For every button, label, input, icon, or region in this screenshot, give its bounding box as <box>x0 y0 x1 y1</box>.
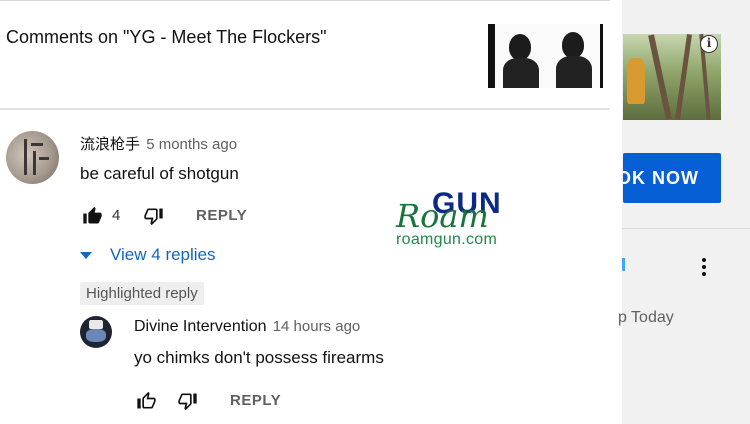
info-icon[interactable]: i <box>700 35 718 53</box>
comment-text: be careful of shotgun <box>80 164 239 183</box>
view-replies-label: View 4 replies <box>110 245 216 264</box>
sidebar: i OK NOW p Today <box>618 0 750 424</box>
thumbnail-panel-right <box>546 24 600 88</box>
watermark-url: roamgun.com <box>396 231 498 248</box>
comment-author-line: 流浪枪手 5 months ago <box>80 133 237 154</box>
reply-like-button[interactable] <box>134 389 158 413</box>
ad-cta-button[interactable]: OK NOW <box>623 153 721 203</box>
reply-author-line: Divine Intervention 14 hours ago <box>134 318 360 336</box>
thumb-up-outline-icon <box>136 391 156 409</box>
divider <box>622 228 750 229</box>
reply-dislike-button[interactable] <box>175 389 199 413</box>
view-replies-button[interactable]: View 4 replies <box>80 244 216 266</box>
sidebar-partial-text: p Today <box>618 309 674 326</box>
more-vertical-icon[interactable] <box>700 256 708 280</box>
reply-text: yo chimks don't possess firearms <box>134 348 384 367</box>
ad-cta-label: OK NOW <box>623 168 699 188</box>
comment-author[interactable]: 流浪枪手 <box>80 136 140 153</box>
reply-time[interactable]: 14 hours ago <box>273 318 361 335</box>
site-watermark: GUN Roam roamgun.com <box>394 187 506 253</box>
dislike-button[interactable] <box>141 204 165 228</box>
like-count: 4 <box>112 207 121 224</box>
like-button[interactable] <box>80 204 104 228</box>
avatar[interactable] <box>6 131 59 184</box>
reply-avatar[interactable] <box>80 316 112 348</box>
page-title: Comments on "YG - Meet The Flockers" <box>6 27 327 47</box>
comments-header: Comments on "YG - Meet The Flockers" <box>0 0 610 110</box>
sidebar-marker <box>622 258 625 271</box>
reply-reply-button[interactable]: REPLY <box>230 392 281 409</box>
reply-button[interactable]: REPLY <box>196 207 247 224</box>
comment-time[interactable]: 5 months ago <box>146 136 237 153</box>
caret-down-icon <box>80 251 92 259</box>
reply-author[interactable]: Divine Intervention <box>134 318 267 335</box>
thumb-up-filled-icon <box>82 206 102 224</box>
video-thumbnail[interactable] <box>488 24 603 88</box>
thumb-down-outline-icon <box>177 393 197 411</box>
thumbnail-panel-left <box>495 24 549 88</box>
highlighted-reply-badge: Highlighted reply <box>80 282 204 305</box>
watermark-roam: Roam <box>396 197 489 235</box>
thumb-down-outline-icon <box>143 208 163 226</box>
comments-panel: Comments on "YG - Meet The Flockers" 流浪枪… <box>0 0 622 424</box>
